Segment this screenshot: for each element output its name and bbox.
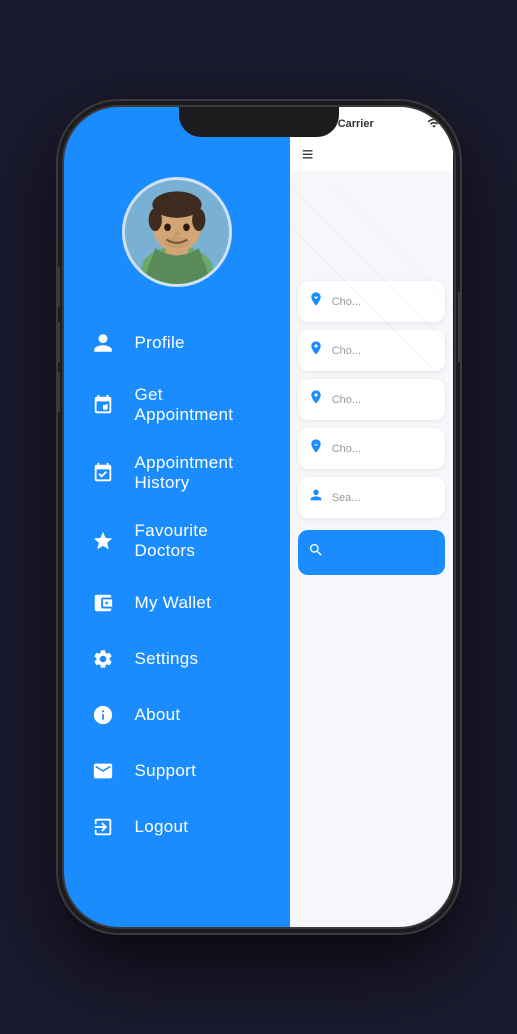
sidebar-item-my-wallet[interactable]: My Wallet [79,575,275,631]
sidebar-item-profile[interactable]: Profile [79,315,275,371]
favourite-doctors-label: Favourite Doctors [135,521,265,561]
settings-label: Settings [135,649,199,669]
envelope-icon [89,757,117,785]
person-location-icon [308,438,324,459]
menu-items: Profile Get Appointment [64,315,290,855]
sidebar-item-favourite-doctors[interactable]: Favourite Doctors [79,507,275,575]
list-item[interactable]: Cho... [298,379,446,420]
calendar-plus-icon [89,391,117,419]
appointment-history-label: Appointment History [135,453,265,493]
item-text-4: Cho... [332,443,361,455]
list-item[interactable]: Sea... [298,477,446,518]
avatar [122,177,232,287]
get-appointment-label: Get Appointment [135,385,265,425]
search-button-icon [308,542,324,563]
carrier-text: Carrier [338,118,374,130]
wallet-icon [89,589,117,617]
list-item[interactable]: Cho... [298,428,446,469]
phone-frame: Profile Get Appointment [64,107,454,927]
sidebar-item-about[interactable]: About [79,687,275,743]
info-icon [89,701,117,729]
logout-icon [89,813,117,841]
avatar-container [64,177,290,287]
phone-notch [179,107,339,137]
content-panel: Carrier ≡ [290,107,454,927]
hamburger-menu[interactable]: ≡ [290,137,454,171]
sidebar-item-logout[interactable]: Logout [79,799,275,855]
support-label: Support [135,761,197,781]
location-icon-3 [308,389,324,410]
sidebar-item-settings[interactable]: Settings [79,631,275,687]
item-text-3: Cho... [332,394,361,406]
person-icon [89,329,117,357]
item-text-5: Sea... [332,492,361,504]
sidebar-item-get-appointment[interactable]: Get Appointment [79,371,275,439]
wifi-icon [427,116,441,133]
hamburger-icon: ≡ [302,144,314,166]
sidebar-item-appointment-history[interactable]: Appointment History [79,439,275,507]
sidebar-item-support[interactable]: Support [79,743,275,799]
about-label: About [135,705,181,725]
decorative-lines [290,167,454,367]
menu-panel: Profile Get Appointment [64,107,290,927]
phone-screen: Profile Get Appointment [64,107,454,927]
star-icon [89,527,117,555]
gear-icon [89,645,117,673]
calendar-check-icon [89,459,117,487]
search-button[interactable] [298,530,446,575]
person-search-icon [308,487,324,508]
profile-label: Profile [135,333,185,353]
my-wallet-label: My Wallet [135,593,212,613]
logout-label: Logout [135,817,189,837]
